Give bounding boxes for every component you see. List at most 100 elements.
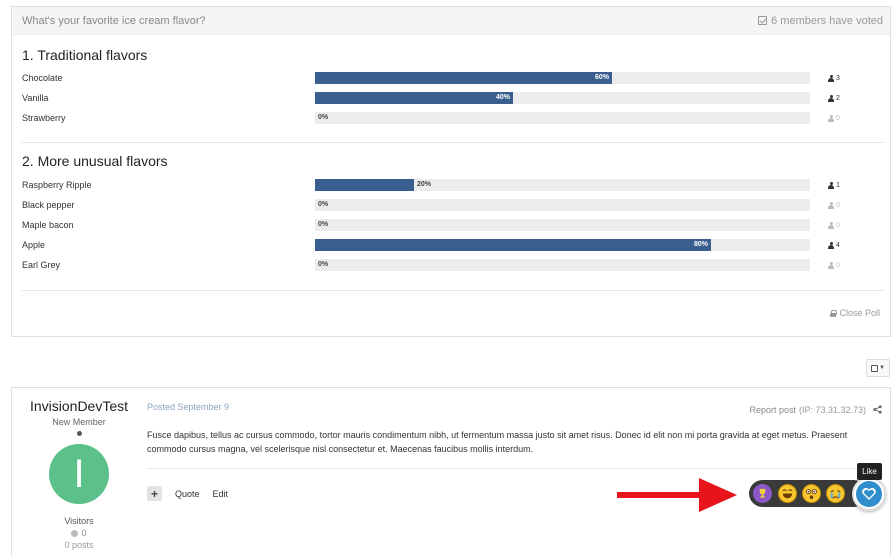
poll-voter-count[interactable]: 3 [828, 74, 840, 82]
checkbox-icon [871, 364, 879, 372]
poll-panel: What's your favorite ice cream flavor? 6… [11, 6, 891, 337]
checkbox-icon [758, 16, 768, 25]
user-icon [828, 94, 834, 102]
like-tooltip: Like [857, 463, 882, 480]
author-group: Visitors [64, 516, 94, 526]
quote-button[interactable]: Quote [175, 489, 200, 499]
poll-option-label: Maple bacon [22, 220, 74, 230]
report-post-link[interactable]: Report post [749, 405, 796, 415]
post-content: Fusce dapibus, tellus ac cursus commodo,… [147, 430, 848, 454]
user-icon [828, 221, 834, 229]
user-icon [828, 201, 834, 209]
poll-option-label: Earl Grey [22, 260, 61, 270]
reputation-icon [71, 529, 79, 537]
poll-option-label: Strawberry [22, 113, 66, 123]
poll-voter-count[interactable]: 2 [828, 94, 840, 102]
poll-section-title: 2. More unusual flavors [22, 153, 168, 169]
poll-percent: 20% [417, 181, 432, 188]
post-date[interactable]: Posted September 9 [147, 402, 229, 412]
author-reputation: 0 [12, 528, 146, 538]
poll-vote-count: 6 members have voted [758, 15, 883, 27]
poll-option-label: Black pepper [22, 200, 75, 210]
poll-percent: 80% [693, 241, 708, 248]
user-icon [828, 261, 834, 269]
user-icon [828, 114, 834, 122]
section-divider [22, 142, 884, 143]
poll-voter-count-value: 0 [836, 261, 840, 269]
poll-voter-count-value: 0 [836, 201, 840, 209]
reputation-value: 0 [81, 528, 87, 538]
offline-status-icon [76, 431, 82, 436]
poll-percent: 60% [594, 74, 609, 81]
poll-percent: 0% [318, 114, 329, 121]
poll-voter-count[interactable]: 0 [828, 261, 840, 269]
poll-bar-fill [315, 179, 414, 191]
poll-section-title: 1. Traditional flavors [22, 47, 148, 63]
poll-bar: 20% [315, 179, 810, 191]
moderation-select-toggle[interactable]: ▼ [866, 359, 890, 377]
trophy-icon[interactable] [753, 484, 772, 503]
author-rank: New Member [52, 417, 106, 427]
lock-icon [830, 309, 838, 317]
poll-option-row: Apple 80% 4 [22, 238, 886, 252]
chevron-down-icon: ▼ [879, 365, 885, 371]
user-icon [828, 181, 834, 189]
red-arrow-annotation [617, 478, 737, 512]
poll-percent: 0% [318, 261, 329, 268]
author-post-count: 0 posts [64, 540, 94, 550]
poll-bar: 0% [315, 219, 810, 231]
poll-option-row: Maple bacon 0% 0 [22, 218, 886, 232]
author-panel: InvisionDevTest New Member I Visitors 0 … [12, 398, 146, 550]
poll-voter-count-value: 0 [836, 221, 840, 229]
poll-footer-divider [22, 290, 884, 291]
author-name[interactable]: InvisionDevTest [12, 398, 146, 414]
poll-bar: 40% [315, 92, 810, 104]
poll-voter-count-value: 2 [836, 94, 840, 102]
poll-voter-count[interactable]: 1 [828, 181, 840, 189]
poll-bar: 0% [315, 112, 810, 124]
crying-face-icon[interactable] [826, 484, 845, 503]
poll-option-row: Raspberry Ripple 20% 1 [22, 178, 886, 192]
user-icon [828, 74, 834, 82]
poll-percent: 0% [318, 221, 329, 228]
like-button[interactable] [852, 477, 886, 511]
avatar-letter: I [73, 451, 85, 496]
surprised-face-icon[interactable] [802, 484, 821, 503]
poll-votes-text: 6 members have voted [771, 14, 883, 27]
poll-voter-count-value: 3 [836, 74, 840, 82]
poll-option-row: Strawberry 0% 0 [22, 111, 886, 125]
multiquote-add-button[interactable]: + [147, 486, 162, 501]
poll-voter-count[interactable]: 0 [828, 201, 840, 209]
heart-icon [856, 481, 882, 507]
laughing-face-icon[interactable] [778, 484, 797, 503]
poll-option-row: Earl Grey 0% 0 [22, 258, 886, 272]
poll-percent: 40% [495, 94, 510, 101]
poll-question: What's your favorite ice cream flavor? [22, 14, 206, 27]
poll-option-label: Raspberry Ripple [22, 180, 92, 190]
poll-voter-count[interactable]: 4 [828, 241, 840, 249]
poll-option-label: Chocolate [22, 73, 63, 83]
close-poll-label: Close Poll [839, 308, 880, 318]
poll-voter-count[interactable]: 0 [828, 114, 840, 122]
forum-post: InvisionDevTest New Member I Visitors 0 … [11, 387, 891, 556]
poll-bar: 0% [315, 259, 810, 271]
avatar[interactable]: I [49, 444, 109, 504]
edit-button[interactable]: Edit [213, 489, 229, 499]
poll-option-row: Vanilla 40% 2 [22, 91, 886, 105]
poll-bar: 80% [315, 239, 810, 251]
poll-voter-count[interactable]: 0 [828, 221, 840, 229]
poll-bar: 0% [315, 199, 810, 211]
poll-voter-count-value: 4 [836, 241, 840, 249]
close-poll-button[interactable]: Close Poll [830, 308, 880, 318]
share-icon[interactable] [873, 405, 882, 414]
poll-percent: 0% [318, 201, 329, 208]
poll-voter-count-value: 1 [836, 181, 840, 189]
poll-option-label: Apple [22, 240, 46, 250]
ip-address[interactable]: (IP: 73.31.32.73) [799, 405, 866, 415]
poll-header: What's your favorite ice cream flavor? 6… [12, 7, 890, 35]
poll-voter-count-value: 0 [836, 114, 840, 122]
post-actions: + Quote Edit [147, 486, 228, 501]
post-divider [147, 468, 882, 469]
poll-option-row: Chocolate 60% 3 [22, 71, 886, 85]
poll-option-row: Black pepper 0% 0 [22, 198, 886, 212]
